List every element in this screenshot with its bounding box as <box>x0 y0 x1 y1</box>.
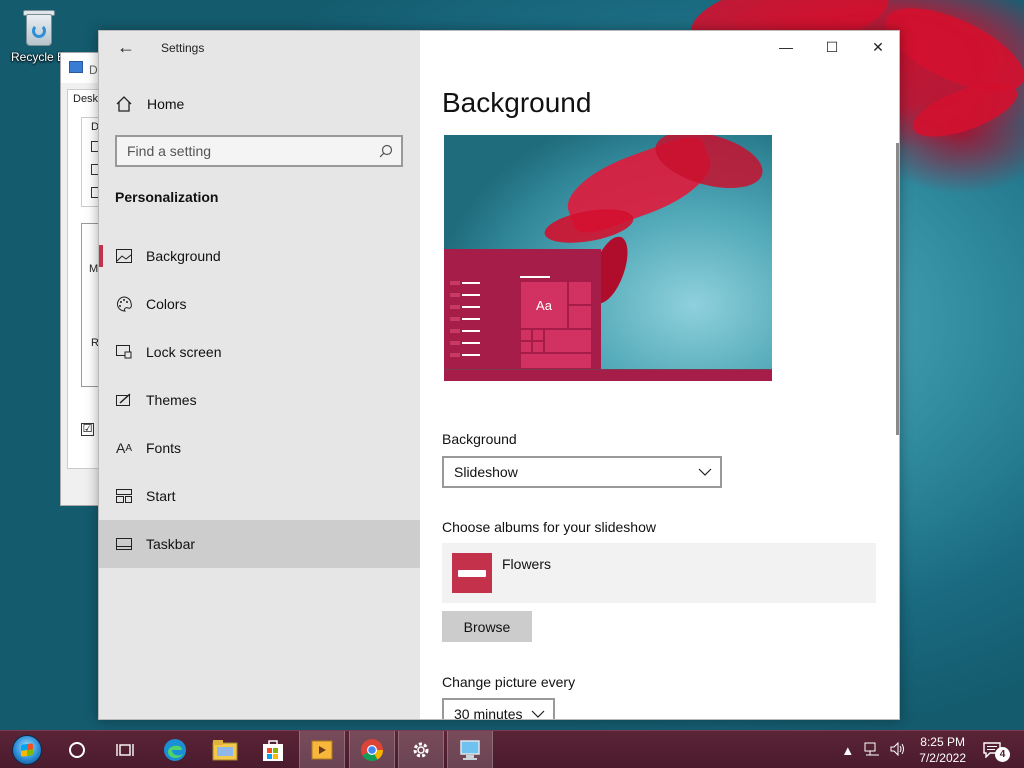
nav-item-taskbar[interactable]: Taskbar <box>99 520 420 568</box>
background-preview: Aa <box>444 135 772 381</box>
file-explorer-button[interactable] <box>202 731 248 768</box>
fonts-glyph: A <box>115 440 126 456</box>
image-icon <box>115 247 133 265</box>
network-icon[interactable] <box>864 742 880 759</box>
action-center-button[interactable]: 4 <box>978 736 1010 764</box>
nav-item-label: Taskbar <box>146 536 196 552</box>
album-item-flowers[interactable]: Flowers <box>442 543 876 603</box>
background-dialog-checked-checkbox[interactable]: ☑ <box>81 423 94 436</box>
page-title: Background <box>442 87 592 118</box>
taskbar-icon <box>115 535 133 553</box>
preview-sample-text: Aa <box>536 297 552 313</box>
chevron-down-icon <box>531 707 545 719</box>
nav-item-label: Colors <box>146 296 187 312</box>
system-tray: ▲ 8:25 PM 7/2/2022 4 <box>836 731 1024 768</box>
recycle-bin-icon <box>20 8 56 48</box>
search-input[interactable] <box>117 137 367 165</box>
nav-item-label: Background <box>146 248 221 264</box>
store-icon <box>263 740 283 761</box>
display-properties-button[interactable] <box>447 731 493 768</box>
store-button[interactable] <box>250 731 296 768</box>
app-title: Settings <box>161 41 205 55</box>
cortana-icon <box>69 742 85 758</box>
task-view-icon <box>116 744 134 756</box>
minimize-button[interactable]: — <box>763 31 809 63</box>
start-icon <box>115 487 133 505</box>
file-explorer-icon <box>212 740 238 761</box>
nav-item-background[interactable]: Background <box>99 232 420 280</box>
themes-icon <box>115 391 133 409</box>
background-dialog-tab[interactable]: Desk <box>73 93 98 105</box>
back-arrow-icon[interactable]: ← <box>115 37 137 59</box>
media-player-icon <box>311 740 333 760</box>
search-icon[interactable] <box>379 144 393 158</box>
task-view-button[interactable] <box>102 731 148 768</box>
albums-label: Choose albums for your slideshow <box>442 519 656 535</box>
edge-icon <box>164 739 186 761</box>
nav-item-lock-screen[interactable]: Lock screen <box>99 328 420 376</box>
settings-search-box[interactable] <box>115 135 403 167</box>
background-dialog-group-2-label-a: M <box>89 263 99 275</box>
nav-item-label: Themes <box>146 392 197 408</box>
start-button[interactable] <box>4 731 50 768</box>
display-properties-icon <box>460 740 480 760</box>
palette-icon <box>115 295 133 313</box>
preview-taskbar <box>444 369 772 381</box>
nav-item-label: Lock screen <box>146 344 222 360</box>
fonts-icon: AA <box>115 440 132 456</box>
media-player-button[interactable] <box>299 731 345 768</box>
chevron-up-icon[interactable]: ▲ <box>841 743 854 758</box>
windows-taskbar: ▲ 8:25 PM 7/2/2022 4 <box>0 730 1024 768</box>
start-orb-icon <box>12 735 42 765</box>
desktop-wallpaper: Recycle B D Desk D M R ☑ ← Settings Home… <box>0 0 1024 730</box>
maximize-button[interactable]: ☐ <box>809 31 855 63</box>
album-name: Flowers <box>502 556 552 572</box>
background-type-dropdown[interactable]: Slideshow <box>442 456 722 488</box>
change-picture-value: 30 minutes <box>454 706 523 720</box>
taskbar-clock[interactable]: 8:25 PM 7/2/2022 <box>919 734 966 766</box>
chrome-icon <box>361 739 383 761</box>
settings-content-pane: — ☐ ✕ Background Aa Background Slideshow… <box>420 31 899 720</box>
close-button[interactable]: ✕ <box>855 31 899 63</box>
nav-item-fonts[interactable]: AA Fonts <box>99 424 420 472</box>
settings-window: ← Settings Home Personalization <box>98 30 900 720</box>
clock-date: 7/2/2022 <box>919 751 966 765</box>
lock-screen-icon <box>115 343 133 361</box>
edge-button[interactable] <box>152 731 198 768</box>
background-type-value: Slideshow <box>454 464 518 480</box>
nav-home-label: Home <box>147 96 185 112</box>
chrome-button[interactable] <box>349 731 395 768</box>
background-setting-label: Background <box>442 431 517 447</box>
settings-icon <box>413 742 429 758</box>
nav-section-title: Personalization <box>115 189 219 205</box>
notification-count-badge: 4 <box>995 747 1010 762</box>
nav-item-colors[interactable]: Colors <box>99 280 420 328</box>
volume-icon[interactable] <box>890 741 906 759</box>
nav-item-label: Start <box>146 488 176 504</box>
browse-button[interactable]: Browse <box>442 611 532 642</box>
background-dialog-title-text: D <box>89 63 98 77</box>
display-icon <box>69 61 83 73</box>
change-picture-dropdown[interactable]: 30 minutes <box>442 698 555 720</box>
nav-item-themes[interactable]: Themes <box>99 376 420 424</box>
content-scrollbar[interactable] <box>896 143 899 435</box>
settings-title-bar: ← Settings <box>99 31 420 65</box>
chevron-down-icon <box>698 465 712 479</box>
settings-taskbar-button[interactable] <box>398 731 444 768</box>
cortana-button[interactable] <box>54 731 100 768</box>
nav-item-start[interactable]: Start <box>99 472 420 520</box>
clock-time: 8:25 PM <box>920 735 965 749</box>
home-icon <box>115 95 133 113</box>
nav-home[interactable]: Home <box>115 93 395 115</box>
nav-item-label: Fonts <box>146 440 182 456</box>
change-picture-label: Change picture every <box>442 674 576 690</box>
album-folder-icon <box>452 553 492 593</box>
settings-nav-pane: ← Settings Home Personalization <box>99 31 420 719</box>
